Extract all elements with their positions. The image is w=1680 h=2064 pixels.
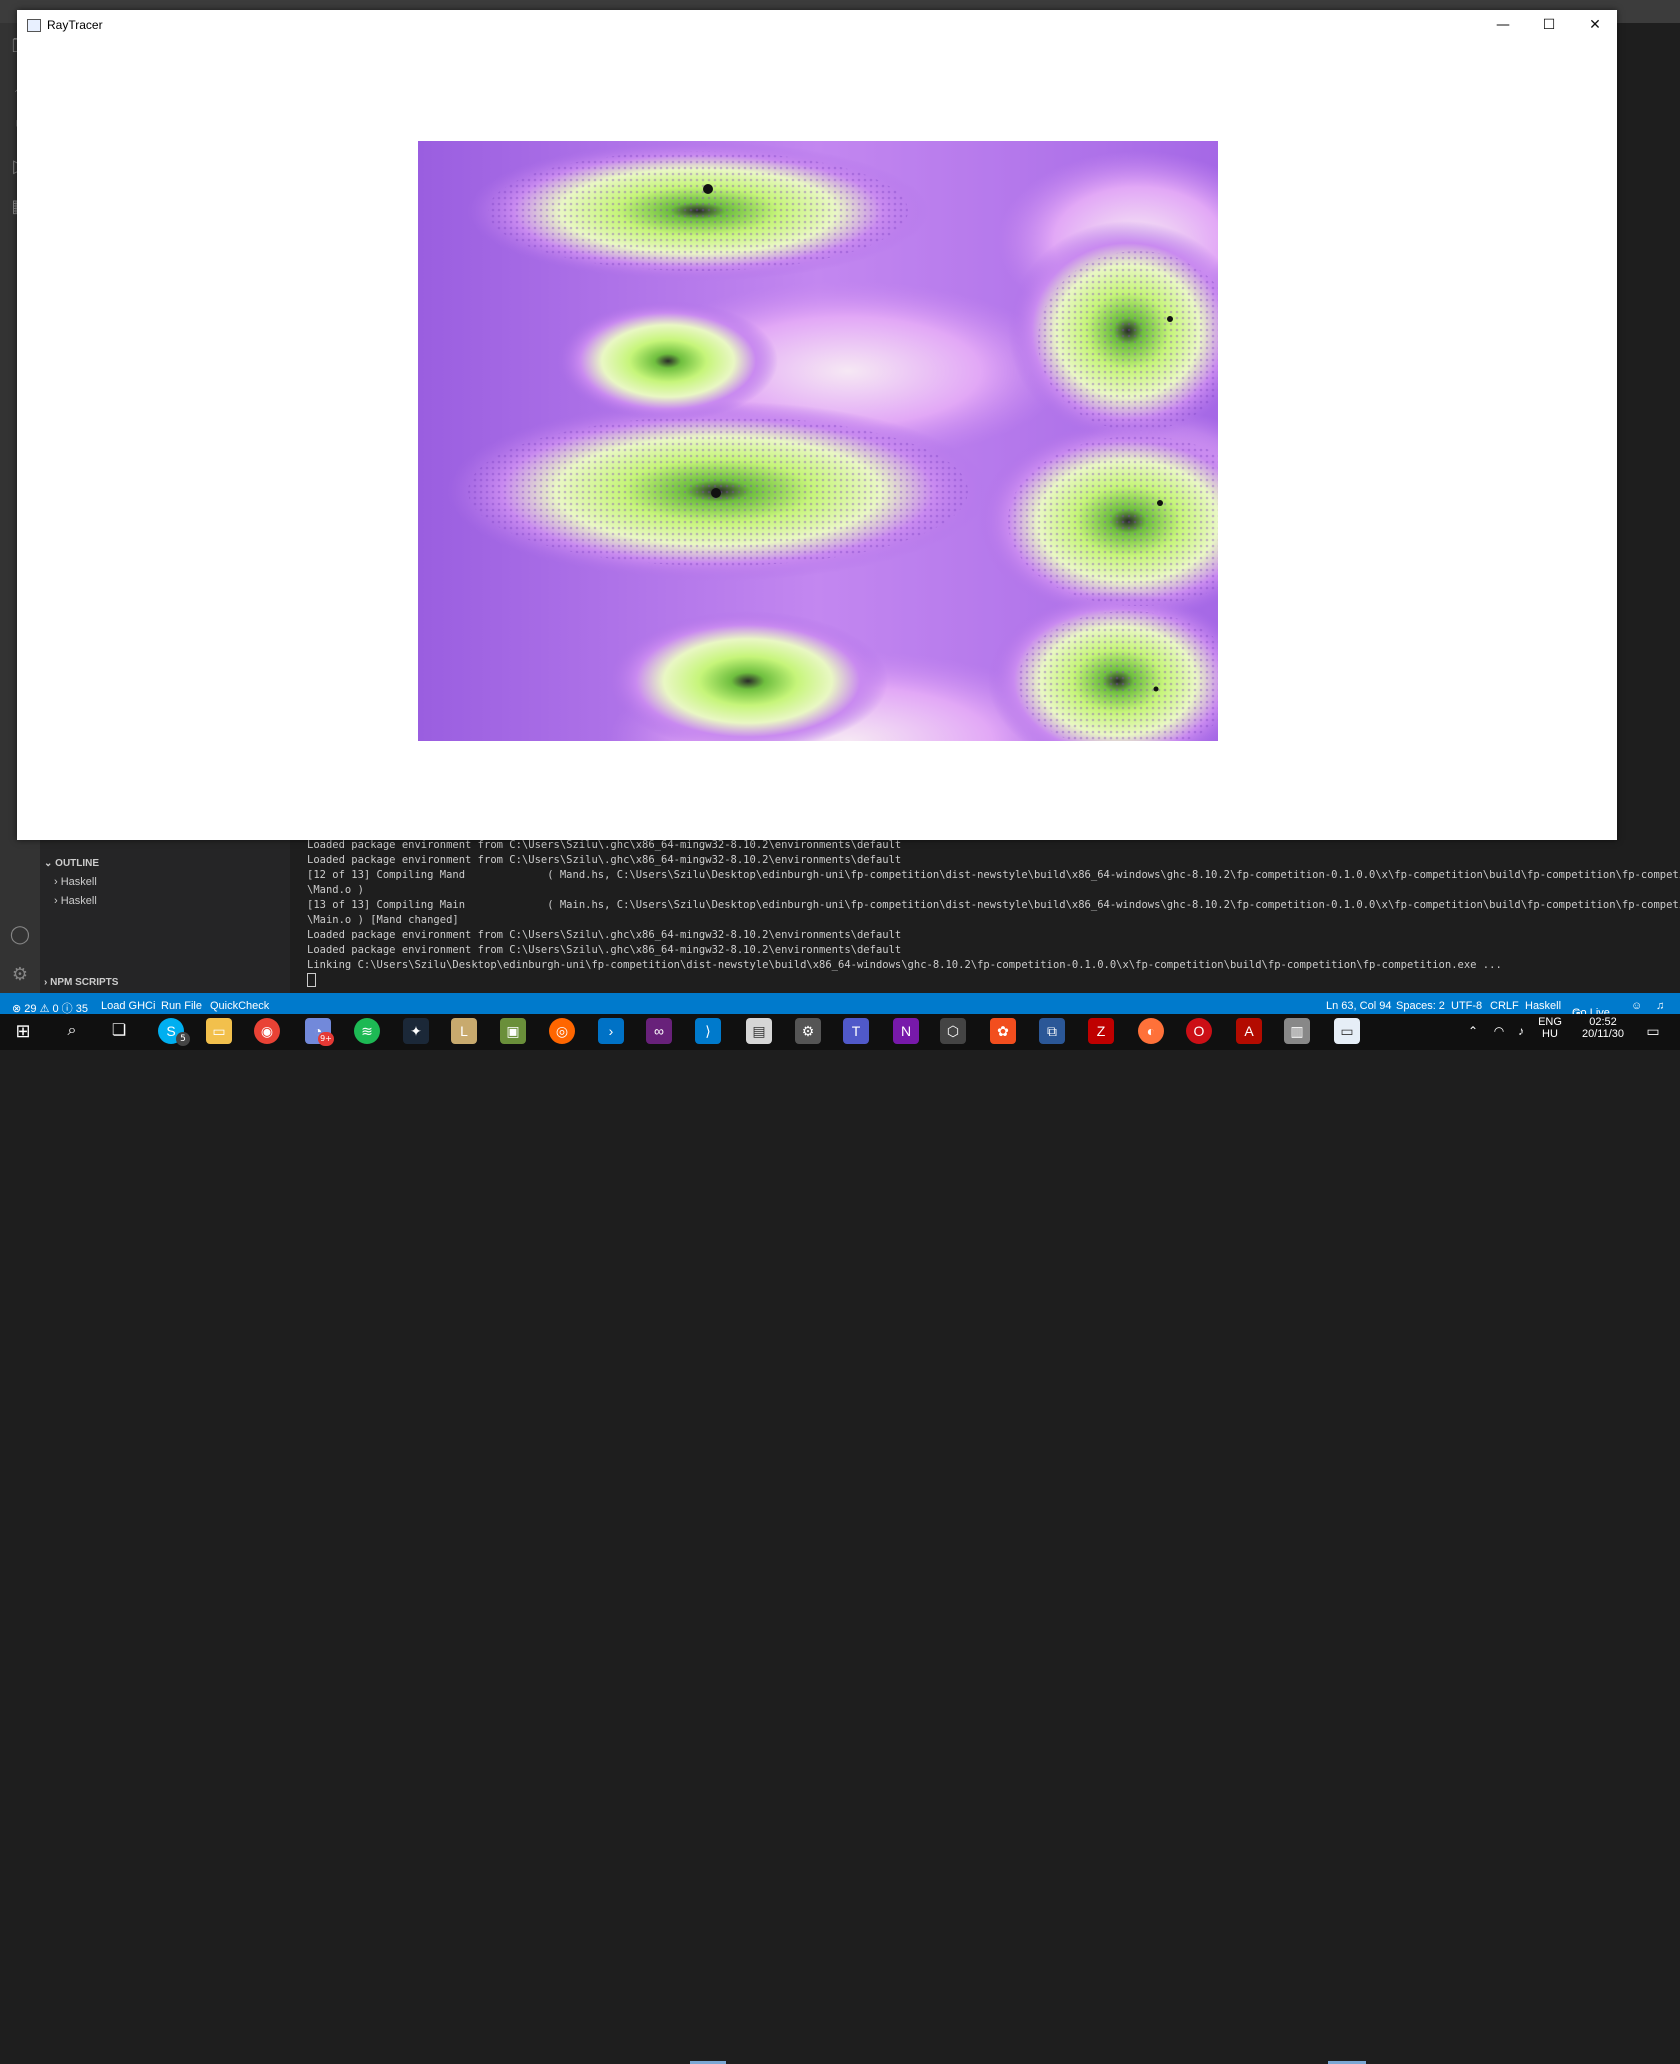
input-language[interactable]: ENG HU	[1532, 1016, 1568, 1040]
load-ghci-button[interactable]: Load GHCi	[101, 1000, 155, 1012]
calendar-icon[interactable]: ▤	[746, 1018, 772, 1044]
terminal-line: [12 of 13] Compiling Mand ( Mand.hs, C:\…	[307, 869, 1680, 881]
chevron-right-icon: ›	[54, 895, 61, 907]
search-icon[interactable]: ⌕	[59, 1018, 85, 1044]
sidebar	[40, 830, 290, 1000]
origin-icon[interactable]: ◎	[549, 1018, 575, 1044]
onenote-icon[interactable]: N	[893, 1018, 919, 1044]
teams-icon[interactable]: T	[843, 1018, 869, 1044]
terminal-line: Linking C:\Users\Szilu\Desktop\edinburgh…	[307, 959, 1502, 971]
maximize-button[interactable]: ☐	[1526, 10, 1572, 40]
language-mode[interactable]: Haskell	[1525, 1000, 1561, 1012]
terminal-line: \Mand.o )	[307, 884, 364, 896]
window-title: RayTracer	[47, 18, 103, 32]
opera-icon[interactable]: O	[1186, 1018, 1212, 1044]
outline-item[interactable]: › Haskell	[54, 895, 97, 907]
spiral-core	[1167, 316, 1173, 322]
powershell-icon[interactable]: ›	[598, 1018, 624, 1044]
clock[interactable]: 02:52 20/11/30	[1572, 1016, 1634, 1040]
terminal-line: Loaded package environment from C:\Users…	[307, 839, 902, 851]
maximize-icon: ☐	[1542, 17, 1556, 33]
spiral-core	[1153, 686, 1159, 692]
league-of-legends-icon[interactable]: L	[451, 1018, 477, 1044]
close-icon: ✕	[1589, 17, 1601, 33]
minimize-button[interactable]: —	[1480, 10, 1526, 40]
filezilla-icon[interactable]: Z	[1088, 1018, 1114, 1044]
battlenet-icon[interactable]: ✦	[403, 1018, 429, 1044]
chevron-down-icon: ⌄	[44, 858, 56, 869]
account-icon[interactable]: ◯	[8, 923, 32, 947]
chrome-icon[interactable]: ◉	[254, 1018, 280, 1044]
editor-minimap	[1618, 23, 1680, 673]
app-icon[interactable]: ▥	[1284, 1018, 1310, 1044]
outline-header[interactable]: ⌄ OUTLINE	[44, 858, 99, 869]
npm-scripts-header[interactable]: › NPM SCRIPTS	[44, 977, 118, 988]
minimize-icon: —	[1496, 17, 1510, 33]
outline-item[interactable]: › Haskell	[54, 876, 97, 888]
vscode-icon[interactable]: ⟩	[695, 1018, 721, 1044]
discord-badge: 9+	[318, 1032, 334, 1046]
cursor-position[interactable]: Ln 63, Col 94	[1326, 1000, 1391, 1012]
settings-gear-icon[interactable]: ⚙	[8, 963, 32, 987]
spotify-icon[interactable]: ≋	[354, 1018, 380, 1044]
quickcheck-button[interactable]: QuickCheck	[210, 1000, 269, 1012]
panel-header	[1618, 673, 1680, 703]
task-view-icon[interactable]: ❏	[106, 1018, 132, 1044]
indentation[interactable]: Spaces: 2	[1396, 1000, 1445, 1012]
feedback-icon[interactable]: ☺	[1631, 1000, 1642, 1012]
app-window-icon	[27, 19, 41, 32]
terminal-line: \Main.o ) [Mand changed]	[307, 914, 459, 926]
terminal-cursor	[307, 973, 316, 987]
skype-badge: 5	[176, 1032, 190, 1046]
chevron-up-icon[interactable]: ⌃	[1460, 1018, 1486, 1044]
spiral-core	[1157, 500, 1163, 506]
spiral-core	[711, 488, 721, 498]
acrobat-icon[interactable]: A	[1236, 1018, 1262, 1044]
volume-icon[interactable]: ♪	[1508, 1018, 1534, 1044]
terminal-line: Loaded package environment from C:\Users…	[307, 854, 902, 866]
windows-start-icon[interactable]: ⊞	[10, 1018, 36, 1044]
raytracer-window: RayTracer — ☐ ✕	[17, 10, 1617, 840]
raytracer-app-icon[interactable]: ▭	[1334, 1018, 1360, 1044]
visual-studio-icon[interactable]: ∞	[646, 1018, 672, 1044]
settings-gear-icon[interactable]: ⚙	[795, 1018, 821, 1044]
encoding[interactable]: UTF-8	[1451, 1000, 1482, 1012]
terminal-line: Loaded package environment from C:\Users…	[307, 944, 902, 956]
minecraft-icon[interactable]: ▣	[500, 1018, 526, 1044]
terminal-line: [13 of 13] Compiling Main ( Main.hs, C:\…	[307, 899, 1680, 911]
notifications-bell-icon[interactable]: ♫	[1656, 1000, 1664, 1012]
terminal-panel[interactable]: Loaded package environment from C:\Users…	[290, 838, 1680, 1000]
terminal-line: Loaded package environment from C:\Users…	[307, 929, 902, 941]
chevron-right-icon: ›	[54, 876, 61, 888]
spiral-core	[703, 184, 713, 194]
window-titlebar[interactable]: RayTracer — ☐ ✕	[17, 10, 1617, 40]
dotted-texture	[488, 151, 908, 271]
figma-icon[interactable]: ✿	[990, 1018, 1016, 1044]
spiral-region	[558, 301, 778, 421]
firefox-icon[interactable]: ◐	[1138, 1018, 1164, 1044]
windows-taskbar: ⊞ ⌕ ❏ S 5 ▭ ◉ ◔ 9+ ≋ ✦ L ▣ ◎ › ∞ ⟩ ▤ ⚙ T…	[0, 1014, 1680, 2064]
fractal-canvas	[418, 141, 1218, 741]
close-button[interactable]: ✕	[1572, 10, 1618, 40]
file-explorer-icon[interactable]: ▭	[206, 1018, 232, 1044]
line-ending[interactable]: CRLF	[1490, 1000, 1519, 1012]
notifications-icon[interactable]: ▭	[1640, 1018, 1666, 1044]
network-app-icon[interactable]: ⧉	[1039, 1018, 1065, 1044]
virtualbox-icon[interactable]: ⬡	[940, 1018, 966, 1044]
run-file-button[interactable]: Run File	[161, 1000, 202, 1012]
